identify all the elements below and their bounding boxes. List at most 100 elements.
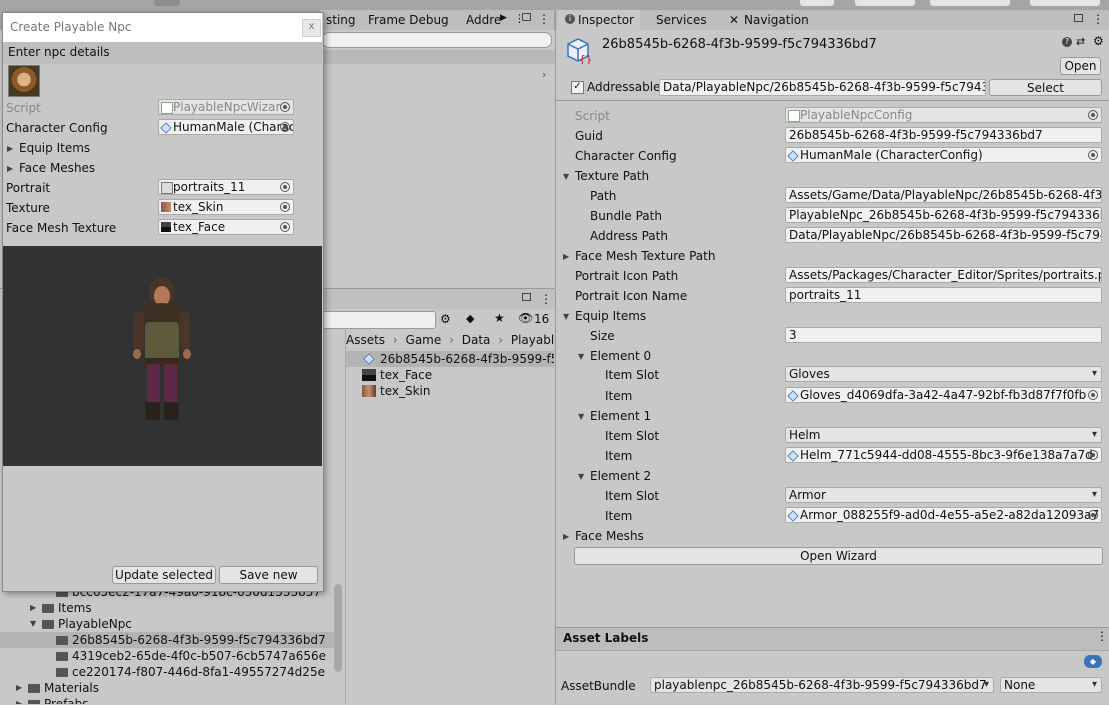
element-1-item-label: Item — [605, 449, 633, 463]
wizard-close-button[interactable]: x — [302, 19, 321, 37]
tab-scroll-right-icon[interactable]: ▶ — [500, 13, 507, 23]
element-0-item-field[interactable]: Gloves_d4069dfa-3a42-4a47-92bf-fb3d87f7f… — [785, 387, 1102, 403]
folder-tree-label: Items — [58, 601, 92, 615]
top-strip-button-1[interactable] — [154, 0, 180, 6]
asset-labels-menu-icon[interactable]: ⋮ — [1096, 629, 1108, 643]
hidden-packages-icon[interactable]: 👁 — [518, 311, 533, 325]
char-config-field[interactable]: HumanMale (CharacterConfig) — [785, 147, 1102, 163]
element-1-item-field[interactable]: Helm_771c5944-dd08-4555-8bc3-9f6e138a7a7… — [785, 447, 1102, 463]
breadcrumb-data[interactable]: Data — [462, 333, 491, 347]
address-field[interactable]: Data/PlayableNpc/26b8545b-6268-4f3b-9599… — [659, 79, 986, 96]
presets-icon[interactable]: ⇄ — [1076, 35, 1085, 48]
object-picker-icon[interactable] — [280, 122, 290, 132]
object-picker-icon[interactable] — [280, 202, 290, 212]
favorite-icon[interactable]: ★ — [494, 311, 505, 325]
help-icon[interactable]: ? — [1062, 37, 1072, 47]
element-1-slot-dropdown[interactable]: Helm — [785, 427, 1102, 443]
object-picker-icon[interactable] — [280, 182, 290, 192]
project-search-field[interactable] — [322, 311, 436, 329]
texture-path-foldout[interactable]: Texture Path — [563, 168, 649, 185]
wizard-equip-items-foldout[interactable]: Equip Items — [7, 140, 90, 157]
element-0-slot-dropdown[interactable]: Gloves — [785, 366, 1102, 382]
object-picker-icon[interactable] — [1088, 510, 1098, 520]
search-by-type-icon[interactable]: ⚙ — [440, 312, 451, 326]
collapsed-arrow-icon[interactable]: ▶ — [30, 603, 36, 612]
folder-tree-label: PlayableNpc — [58, 617, 132, 631]
asset-bundle-dropdown[interactable]: playablenpc_26b8545b-6268-4f3b-9599-f5c7… — [650, 677, 994, 693]
top-strip-button-4[interactable] — [930, 0, 1010, 6]
folder-tree-row[interactable]: ce220174-f807-446d-8fa1-49557274d25e — [0, 664, 334, 680]
object-picker-icon[interactable] — [1088, 150, 1098, 160]
console-expand-icon[interactable]: › — [542, 68, 546, 81]
top-strip-button-3[interactable] — [855, 0, 915, 6]
expanded-arrow-icon[interactable]: ▼ — [30, 619, 36, 628]
wizard-texture-field[interactable]: tex_Skin — [158, 199, 294, 215]
project-menu-icon[interactable]: ⋮ — [540, 292, 552, 306]
inspector-menu-icon[interactable]: ⋮ — [1092, 12, 1104, 26]
top-strip-button-2[interactable] — [800, 0, 834, 6]
address-path-field[interactable]: Data/PlayableNpc/26b8545b-6268-4f3b-9599… — [785, 227, 1102, 243]
breadcrumb-game[interactable]: Game — [406, 333, 442, 347]
element-2-foldout[interactable]: Element 2 — [578, 468, 651, 485]
breadcrumb-playablenpc[interactable]: PlayableN — [511, 333, 554, 347]
character-preview[interactable] — [3, 246, 322, 466]
open-wizard-button[interactable]: Open Wizard — [574, 547, 1103, 565]
guid-field[interactable]: 26b8545b-6268-4f3b-9599-f5c794336bd7 — [785, 127, 1102, 143]
folder-tree-row[interactable]: ▶ Materials — [0, 680, 334, 696]
object-picker-icon[interactable] — [1088, 450, 1098, 460]
element-2-slot-dropdown[interactable]: Armor — [785, 487, 1102, 503]
label-tag-icon[interactable]: ◆ — [1084, 655, 1102, 668]
file-item[interactable]: tex_Face — [346, 367, 554, 383]
wizard-face-meshes-foldout[interactable]: Face Meshes — [7, 160, 95, 177]
folder-tree: bcc65ec2-17a7-49a0-918c-630d1533857 ▶ Item… — [0, 584, 345, 704]
portrait-icon-name-field[interactable]: portraits_11 — [785, 287, 1102, 303]
project-lock-icon[interactable] — [522, 293, 531, 301]
folder-tree-row[interactable]: ▶ Items — [0, 600, 334, 616]
guid-label: Guid — [575, 129, 603, 143]
tree-scrollbar[interactable] — [334, 584, 342, 672]
tab-testing[interactable]: sting — [320, 10, 362, 30]
tab-frame-debug[interactable]: Frame Debug — [362, 10, 455, 30]
collapsed-arrow-icon[interactable]: ▶ — [16, 699, 22, 704]
top-strip-button-5[interactable] — [1030, 0, 1100, 6]
script-field: PlayableNpcConfig — [785, 107, 1102, 123]
face-meshs-foldout[interactable]: Face Meshs — [563, 528, 644, 545]
asset-bundle-variant-dropdown[interactable]: None — [1000, 677, 1102, 693]
portrait-icon-path-field[interactable]: Assets/Packages/Character_Editor/Sprites… — [785, 267, 1102, 283]
settings-gear-icon[interactable]: ⚙ — [1093, 34, 1104, 48]
object-picker-icon[interactable] — [280, 222, 290, 232]
equip-items-foldout[interactable]: Equip Items — [563, 308, 646, 325]
wizard-char-config-field[interactable]: HumanMale (Charac — [158, 119, 294, 135]
save-new-button[interactable]: Save new — [219, 566, 318, 584]
folder-tree-row[interactable]: 26b8545b-6268-4f3b-9599-f5c794336bd7 — [0, 632, 334, 648]
folder-tree-row[interactable]: ▶ Prefabs — [0, 696, 334, 704]
face-mesh-texture-path-foldout[interactable]: Face Mesh Texture Path — [563, 248, 716, 265]
update-selected-button[interactable]: Update selected — [112, 566, 216, 584]
character-model-image — [133, 277, 191, 420]
addressable-checkbox[interactable]: ✓ — [571, 81, 584, 94]
wizard-portrait-field[interactable]: portraits_11 — [158, 179, 294, 195]
lock-icon[interactable] — [522, 13, 531, 21]
open-button[interactable]: Open — [1060, 57, 1101, 75]
tab-services[interactable]: Services — [650, 10, 713, 30]
search-by-label-icon[interactable]: ◆ — [466, 312, 474, 325]
path-field[interactable]: Assets/Game/Data/PlayableNpc/26b8545b-62… — [785, 187, 1102, 203]
folder-tree-row[interactable]: ▼ PlayableNpc — [0, 616, 334, 632]
left-menu-icon[interactable]: ⋮ — [538, 12, 550, 26]
console-search-field[interactable] — [322, 32, 552, 48]
size-field[interactable]: 3 — [785, 327, 1102, 343]
texture-icon — [161, 222, 171, 232]
object-picker-icon[interactable] — [1088, 390, 1098, 400]
file-item[interactable]: 26b8545b-6268-4f3b-9599-f5 — [346, 351, 554, 367]
folder-tree-row[interactable]: 4319ceb2-65de-4f0c-b507-6cb5747a656e — [0, 648, 334, 664]
element-1-foldout[interactable]: Element 1 — [578, 408, 651, 425]
select-button[interactable]: Select — [989, 79, 1102, 96]
wizard-face-mesh-texture-field[interactable]: tex_Face — [158, 219, 294, 235]
inspector-lock-icon[interactable] — [1074, 14, 1083, 22]
breadcrumb-assets[interactable]: Assets — [346, 333, 385, 347]
element-2-item-field[interactable]: Armor_088255f9-ad0d-4e55-a5e2-a82da12093… — [785, 507, 1102, 523]
element-0-foldout[interactable]: Element 0 — [578, 348, 651, 365]
file-item[interactable]: tex_Skin — [346, 383, 554, 399]
bundle-path-field[interactable]: PlayableNpc_26b8545b-6268-4f3b-9599-f5c7… — [785, 207, 1102, 223]
collapsed-arrow-icon[interactable]: ▶ — [16, 683, 22, 692]
